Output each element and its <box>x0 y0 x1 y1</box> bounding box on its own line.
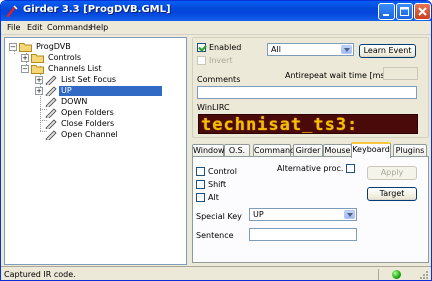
close-button[interactable] <box>414 3 431 20</box>
menu-file[interactable]: File <box>7 23 20 32</box>
settings-tabs: Window O.S. Command Girder Mouse Keyboar… <box>192 142 429 158</box>
special-key-select[interactable]: UP <box>249 208 357 221</box>
winlirc-display-text: technisat_ts3: <box>201 115 359 134</box>
folder-icon <box>31 64 44 74</box>
shift-checkbox[interactable] <box>196 180 205 189</box>
menu-commands[interactable]: Commands <box>47 23 92 32</box>
enabled-checkbox[interactable] <box>197 43 206 52</box>
expand-icon[interactable]: + <box>35 86 43 95</box>
alt-checkbox[interactable] <box>196 193 205 202</box>
command-icon <box>45 107 57 118</box>
command-icon <box>45 85 57 96</box>
title-bar[interactable]: Girder 3.3 [ProgDVB.GML] <box>1 1 431 21</box>
minimize-icon <box>383 14 389 16</box>
invert-checkbox[interactable] <box>197 56 206 65</box>
shift-label: Shift <box>208 180 227 189</box>
maximize-button[interactable] <box>396 3 413 20</box>
expand-icon[interactable]: + <box>21 53 29 62</box>
tree-item-controls[interactable]: + Controls <box>21 52 83 63</box>
tree-item-label: ProgDVB <box>36 41 71 51</box>
antirepeat-field[interactable] <box>383 67 418 80</box>
expand-icon[interactable]: + <box>35 75 43 84</box>
alternative-proc-label: Alternative proc. <box>277 164 344 173</box>
tree-item-progdvb[interactable]: − ProgDVB <box>9 41 73 52</box>
enabled-label: Enabled <box>209 43 242 52</box>
target-button[interactable]: Target <box>367 187 417 201</box>
special-key-value: UP <box>253 210 264 219</box>
girder-app-icon[interactable] <box>5 4 19 18</box>
menu-help[interactable]: Help <box>90 23 108 32</box>
tree-item-label: Open Channel <box>61 129 118 139</box>
special-key-label: Special Key <box>196 212 242 221</box>
tree-item-label: Close Folders <box>61 118 115 128</box>
tree-item-label: DOWN <box>61 96 88 106</box>
resize-grip-icon[interactable] <box>419 270 429 280</box>
antirepeat-label: Antirepeat wait time [ms] <box>285 71 388 80</box>
minimize-button[interactable] <box>378 3 395 20</box>
tree-item-up[interactable]: + UP <box>35 85 162 96</box>
control-label: Control <box>208 167 237 176</box>
alternative-proc-checkbox[interactable] <box>346 164 355 173</box>
status-text: Captured IR code. <box>4 270 76 279</box>
tree-item-open-channel[interactable]: Open Channel <box>45 129 120 140</box>
collapse-icon[interactable]: − <box>9 42 17 51</box>
control-checkbox[interactable] <box>196 167 205 176</box>
tree-item-list-set-focus[interactable]: + List Set Focus <box>35 74 118 85</box>
sentence-field[interactable] <box>249 228 357 241</box>
learn-event-button[interactable]: Learn Event <box>359 44 416 58</box>
sentence-label: Sentence <box>196 231 234 240</box>
invert-label: Invert <box>209 56 233 65</box>
apply-button[interactable]: Apply <box>367 166 417 180</box>
tree-item-label: Open Folders <box>61 107 114 117</box>
tree-item-close-folders[interactable]: Close Folders <box>45 118 116 129</box>
winlirc-label: WinLIRC <box>197 103 230 112</box>
folder-icon <box>19 42 32 52</box>
command-tree[interactable]: − ProgDVB + Controls − Channels List + L… <box>4 37 187 265</box>
alt-label: Alt <box>208 193 219 202</box>
event-group: Enabled Invert All Learn Event Comments … <box>192 37 429 138</box>
tree-item-label: Controls <box>48 52 82 62</box>
keyboard-panel: Control Shift Alt Alternative proc. Appl… <box>192 156 429 263</box>
folder-icon <box>31 53 44 63</box>
command-icon <box>45 96 57 107</box>
tab-keyboard[interactable]: Keyboard <box>351 142 391 158</box>
chevron-down-icon[interactable] <box>344 210 355 219</box>
command-icon <box>45 74 57 85</box>
collapse-icon[interactable]: − <box>21 64 29 73</box>
winlirc-display: technisat_ts3: <box>198 114 418 134</box>
tree-item-down[interactable]: DOWN <box>45 96 89 107</box>
menu-bar: File Edit Commands Help <box>1 21 431 35</box>
command-icon <box>45 118 57 129</box>
window-title: Girder 3.3 [ProgDVB.GML] <box>23 4 171 15</box>
status-bar: Captured IR code. <box>1 266 431 280</box>
menu-edit[interactable]: Edit <box>27 23 43 32</box>
tree-item-label: List Set Focus <box>61 74 117 84</box>
tree-item-channels-list[interactable]: − Channels List <box>21 63 104 74</box>
close-icon <box>418 7 427 16</box>
device-select-value: All <box>271 45 281 54</box>
status-separator <box>378 269 379 280</box>
chevron-down-icon[interactable] <box>341 45 352 54</box>
maximize-icon <box>400 7 409 16</box>
comments-field[interactable] <box>197 86 417 99</box>
tree-item-open-folders[interactable]: Open Folders <box>45 107 116 118</box>
device-select[interactable]: All <box>267 43 354 56</box>
command-icon <box>45 129 57 140</box>
girder-window: Girder 3.3 [ProgDVB.GML] File Edit Comma… <box>0 0 432 281</box>
comments-label: Comments <box>197 75 241 84</box>
tree-item-label: Channels List <box>48 63 102 73</box>
tree-item-label: UP <box>59 85 162 96</box>
status-indicator-icon <box>392 270 401 279</box>
